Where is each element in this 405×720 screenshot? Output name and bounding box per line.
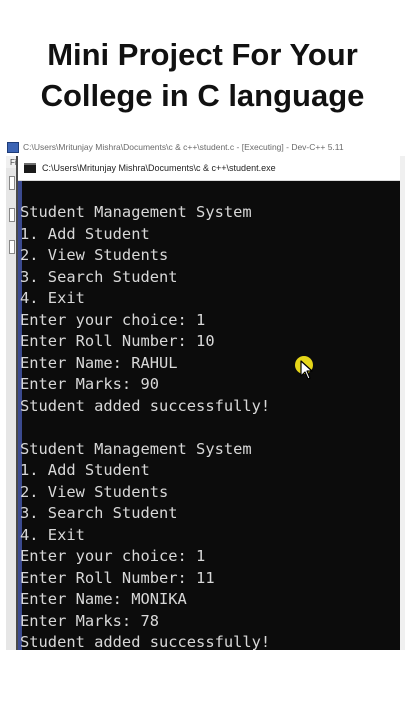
console-app-icon: [24, 163, 36, 173]
dev-cpp-app-icon: [7, 141, 19, 153]
console-line: Enter Roll Number: 11: [20, 568, 215, 587]
ide-toolbar-button[interactable]: [9, 176, 15, 190]
console-line: Enter Roll Number: 10: [20, 332, 215, 350]
console-line: Student Management System: [20, 439, 252, 458]
console-window[interactable]: C:\Users\Mritunjay Mishra\Documents\c & …: [18, 156, 400, 650]
ide-toolbar-button[interactable]: [9, 240, 15, 254]
console-line: Enter your choice: 1: [20, 547, 206, 565]
console-line: Student added successfully!: [20, 633, 271, 650]
console-window-title: C:\Users\Mritunjay Mishra\Documents\c & …: [42, 163, 276, 173]
ide-toolbar-button[interactable]: [9, 208, 15, 222]
console-line: Enter Marks: 78: [20, 611, 159, 630]
console-line: 3. Search Student: [20, 267, 178, 286]
console-line: 2. View Students: [20, 246, 169, 264]
console-titlebar[interactable]: C:\Users\Mritunjay Mishra\Documents\c & …: [18, 156, 400, 181]
console-line: 1. Add Student: [20, 224, 150, 243]
console-line: Student added successfully!: [20, 396, 271, 415]
headline-line-2: College in C language: [40, 78, 365, 113]
console-line: 4. Exit: [20, 289, 85, 307]
console-output[interactable]: Student Management System 1. Add Student 2…: [20, 202, 400, 650]
console-line: Enter Name: RAHUL: [20, 353, 178, 372]
headline: Mini Project For Your College in C langu…: [0, 34, 405, 116]
console-line: Enter Name: MONIKA: [20, 590, 187, 608]
ide-file-menu[interactable]: Fi: [10, 158, 17, 167]
ide-titlebar[interactable]: C:\Users\Mritunjay Mishra\Documents\c & …: [6, 138, 405, 156]
console-line: Enter Marks: 90: [20, 375, 159, 393]
ide-window-title: C:\Users\Mritunjay Mishra\Documents\c & …: [23, 142, 344, 152]
mouse-pointer-icon: [300, 360, 313, 380]
headline-line-1: Mini Project For Your: [47, 37, 358, 72]
console-line: 3. Search Student: [20, 504, 178, 522]
console-line: Enter your choice: 1: [20, 310, 206, 329]
console-line: 4. Exit: [20, 525, 85, 544]
console-line: Student Management System: [20, 203, 252, 221]
console-line: 2. View Students: [20, 482, 169, 501]
console-line: 1. Add Student: [20, 461, 150, 479]
